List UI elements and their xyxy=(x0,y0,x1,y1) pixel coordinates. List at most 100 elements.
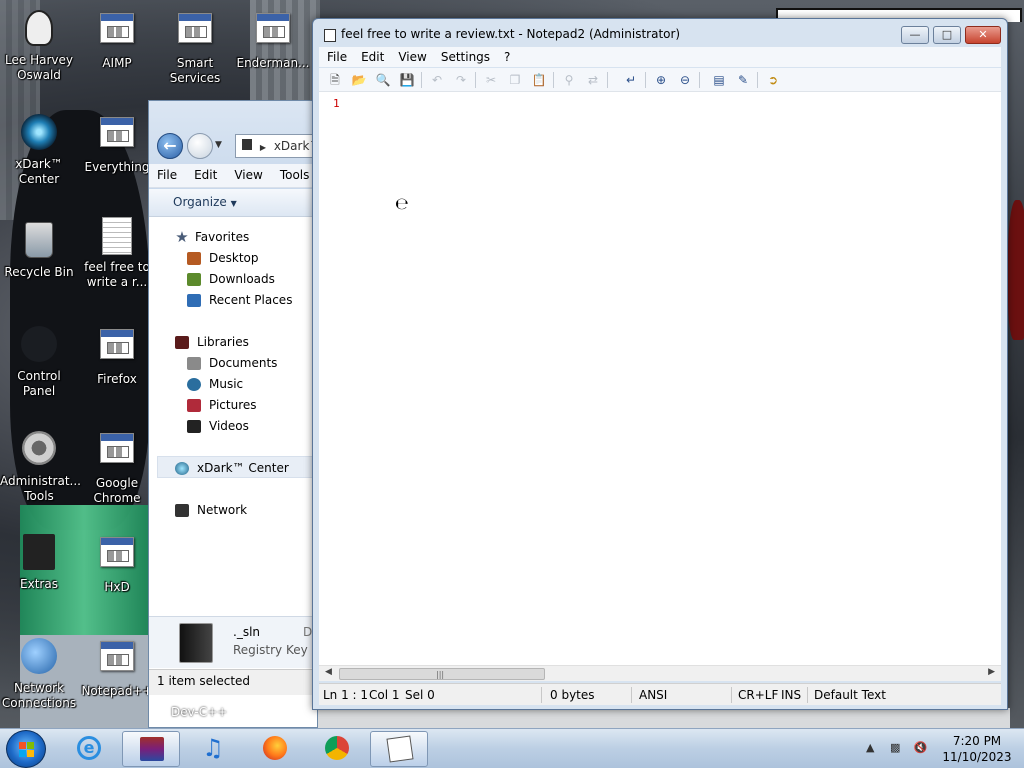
status-scheme[interactable]: Default Text xyxy=(814,688,886,702)
word-wrap-icon[interactable]: ↵ xyxy=(623,72,639,88)
desktop-icon-label: Enderman... xyxy=(236,56,310,70)
desktop-icon-smart-services[interactable]: Smart Services xyxy=(156,8,234,86)
volume-muted-icon[interactable]: 🔇 xyxy=(914,741,928,754)
desktop-icon-everything[interactable]: Everything xyxy=(78,112,156,175)
taskbar-chrome[interactable] xyxy=(308,731,366,767)
scrollbar-thumb[interactable]: ||| xyxy=(339,668,545,680)
menu-edit[interactable]: Edit xyxy=(353,47,390,64)
toolbar-separator xyxy=(553,72,554,88)
nav-libraries[interactable]: Libraries xyxy=(175,332,249,352)
exit-icon[interactable]: ➲ xyxy=(765,72,781,88)
new-file-icon[interactable]: 🗎 xyxy=(327,72,343,88)
desktop-icon-network-connections[interactable]: Network Connections xyxy=(0,636,78,711)
nav-downloads[interactable]: Downloads xyxy=(187,269,275,289)
menu-view[interactable]: View xyxy=(226,164,271,182)
taskbar-winrar[interactable] xyxy=(122,731,180,767)
desktop-icon-aimp[interactable]: AIMP xyxy=(78,8,156,71)
desktop-icon-administrative-tools[interactable]: Administrat... Tools xyxy=(0,428,81,504)
desktop-icon-hxd[interactable]: HxD xyxy=(78,532,156,595)
desktop-icon-label: Network Connections xyxy=(1,681,77,710)
copy-icon[interactable]: ❐ xyxy=(507,72,523,88)
person-icon xyxy=(25,10,53,46)
menu-file[interactable]: File xyxy=(149,164,186,182)
taskbar-internet-explorer[interactable]: e xyxy=(60,731,118,767)
desktop-icon xyxy=(187,251,201,265)
desktop-icon-enderman[interactable]: Enderman... xyxy=(234,8,312,71)
maximize-button[interactable]: □ xyxy=(933,26,961,44)
nav-videos[interactable]: Videos xyxy=(187,416,249,436)
open-folder-icon[interactable]: 📂 xyxy=(351,72,367,88)
minimize-button[interactable]: — xyxy=(901,26,929,44)
gear-icon xyxy=(22,431,56,465)
browse-icon[interactable]: 🔍 xyxy=(375,72,391,88)
status-line-position: Ln 1 : 1 xyxy=(323,688,369,702)
desktop-icon-recycle-bin[interactable]: Recycle Bin xyxy=(0,220,78,280)
nav-label: Libraries xyxy=(197,335,249,349)
scroll-left-icon[interactable]: ◀ xyxy=(325,667,332,677)
desktop-icon-google-chrome[interactable]: Google Chrome xyxy=(78,428,156,506)
notepad-icon xyxy=(324,29,336,42)
windows-logo-icon xyxy=(19,742,35,758)
customize-scheme-icon[interactable]: ✎ xyxy=(735,72,751,88)
taskbar-notepad2[interactable] xyxy=(370,731,428,767)
zoom-in-icon[interactable]: ⊕ xyxy=(653,72,669,88)
nav-recent-places[interactable]: Recent Places xyxy=(187,290,292,310)
close-button[interactable]: ✕ xyxy=(965,26,1001,44)
nav-desktop[interactable]: Desktop xyxy=(187,248,259,268)
desktop-icon-review-text-file[interactable]: feel free to write a r... xyxy=(78,216,156,290)
address-bar[interactable]: ▶ xDark™ C xyxy=(235,134,317,158)
desktop-icon-extras[interactable]: Extras xyxy=(0,532,78,592)
scroll-right-icon[interactable]: ▶ xyxy=(988,667,995,677)
nav-music[interactable]: Music xyxy=(187,374,243,394)
nav-label: xDark™ Center xyxy=(197,461,289,475)
text-editor-area[interactable]: 1 ℮ xyxy=(319,92,1001,665)
menu-help[interactable]: ? xyxy=(496,47,516,64)
nav-xdark-center[interactable]: xDark™ Center xyxy=(175,458,289,478)
recent-pages-dropdown[interactable]: ▼ xyxy=(215,140,222,150)
app-exe-icon xyxy=(100,641,134,671)
replace-icon[interactable]: ⇄ xyxy=(585,72,601,88)
network-status-icon[interactable]: ▩ xyxy=(890,741,900,754)
nav-network[interactable]: Network xyxy=(175,500,247,520)
save-icon[interactable]: 💾 xyxy=(399,72,415,88)
nav-favorites[interactable]: ★ Favorites xyxy=(175,227,249,247)
organize-button[interactable]: Organize ▼ xyxy=(173,195,237,209)
desktop-icon-control-panel[interactable]: Control Panel xyxy=(0,324,78,399)
pictures-icon xyxy=(187,398,201,412)
taskbar-firefox[interactable] xyxy=(246,731,304,767)
system-clock[interactable]: 7:20 PM 11/10/2023 xyxy=(936,733,1018,765)
start-button[interactable] xyxy=(6,730,46,768)
desktop-icon-firefox[interactable]: Firefox xyxy=(78,324,156,387)
scheme-icon[interactable]: ▤ xyxy=(711,72,727,88)
nav-label: Music xyxy=(209,377,244,391)
zoom-out-icon[interactable]: ⊖ xyxy=(677,72,693,88)
undo-icon[interactable]: ↶ xyxy=(429,72,445,88)
desktop-icon-label: Control Panel xyxy=(17,369,61,398)
back-button[interactable]: ← xyxy=(157,133,183,159)
status-encoding[interactable]: ANSI xyxy=(639,688,667,702)
grip-icon: ||| xyxy=(436,670,445,679)
explorer-window[interactable]: ← ▼ ▶ xDark™ C FileEditViewTools Organiz… xyxy=(148,100,318,728)
desktop-icon-notepad-plus-plus[interactable]: Notepad++ xyxy=(78,636,156,699)
system-tray: ▲ ▩ 🔇 xyxy=(866,741,928,754)
nav-pictures[interactable]: Pictures xyxy=(187,395,257,415)
show-hidden-icons-icon[interactable]: ▲ xyxy=(866,741,874,754)
taskbar-music-player[interactable]: ♫ xyxy=(184,731,242,767)
nav-documents[interactable]: Documents xyxy=(187,353,277,373)
menu-edit[interactable]: Edit xyxy=(186,164,226,182)
status-selection: Sel 0 xyxy=(405,688,435,702)
redo-icon[interactable]: ↷ xyxy=(453,72,469,88)
menu-view[interactable]: View xyxy=(390,47,432,64)
notepad2-window[interactable]: feel free to write a review.txt - Notepa… xyxy=(312,18,1008,710)
menu-settings[interactable]: Settings xyxy=(433,47,496,64)
status-line-ending[interactable]: CR+LF xyxy=(738,688,778,702)
desktop-icon-xdark-center[interactable]: xDark™ Center xyxy=(0,112,78,187)
cut-icon[interactable]: ✂ xyxy=(483,72,499,88)
find-icon[interactable]: ⚲ xyxy=(561,72,577,88)
horizontal-scrollbar[interactable]: ◀ ||| ▶ xyxy=(319,665,1001,681)
forward-button[interactable] xyxy=(187,133,213,159)
app-exe-icon xyxy=(256,13,290,43)
desktop-icon-lee-harvey-oswald[interactable]: Lee Harvey Oswald xyxy=(0,8,78,83)
paste-icon[interactable]: 📋 xyxy=(531,72,547,88)
menu-file[interactable]: File xyxy=(319,47,353,64)
